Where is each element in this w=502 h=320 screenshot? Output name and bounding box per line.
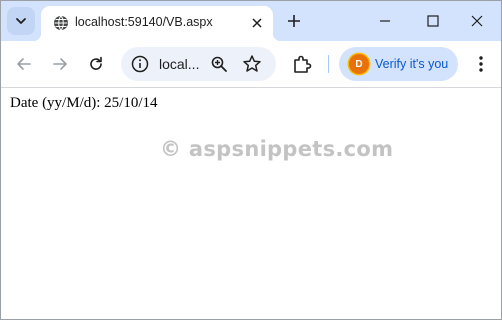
toolbar-divider [328,55,329,73]
arrow-left-icon [17,58,31,70]
active-tab[interactable]: localhost:59140/VB.aspx [33,6,281,41]
address-text[interactable]: local... [159,56,199,72]
tab-title: localhost:59140/VB.aspx [75,15,213,29]
tab-search-button[interactable] [7,7,35,35]
kebab-menu-icon [479,56,483,72]
minimize-icon [380,20,390,22]
page-content: Date (yy/M/d): 25/10/14 © aspsnippets.co… [1,88,501,319]
browser-menu-button[interactable] [470,53,492,75]
profile-chip[interactable]: D Verify it's you [339,47,458,81]
close-window-button[interactable] [455,7,499,35]
plus-icon [288,15,300,27]
info-icon[interactable] [131,55,149,73]
chevron-down-icon [16,18,26,24]
address-bar[interactable]: local... [121,47,276,81]
minimize-button[interactable] [363,7,407,35]
browser-toolbar: local... D Verify it's you [1,41,501,88]
profile-label: Verify it's you [375,57,449,71]
reload-button[interactable] [83,51,109,77]
tab-strip: localhost:59140/VB.aspx [1,1,501,41]
forward-button[interactable] [47,51,73,77]
maximize-icon [427,15,439,27]
globe-icon [54,15,68,31]
close-icon [252,18,262,28]
watermark: © aspsnippets.com [160,137,394,161]
back-button[interactable] [11,51,37,77]
bookmark-star-icon[interactable] [242,54,262,74]
avatar: D [349,54,369,74]
date-label: Date (yy/M/d): 25/10/14 [10,95,158,111]
close-window-icon [471,15,483,27]
zoom-icon[interactable] [210,55,228,73]
reload-icon [90,56,102,70]
tab-close-button[interactable] [249,15,265,31]
extensions-puzzle-icon[interactable] [291,53,313,75]
arrow-right-icon [53,58,67,70]
new-tab-button[interactable] [284,11,304,31]
browser-window: localhost:59140/VB.aspx local... D Verif… [0,0,502,320]
maximize-button[interactable] [411,7,455,35]
